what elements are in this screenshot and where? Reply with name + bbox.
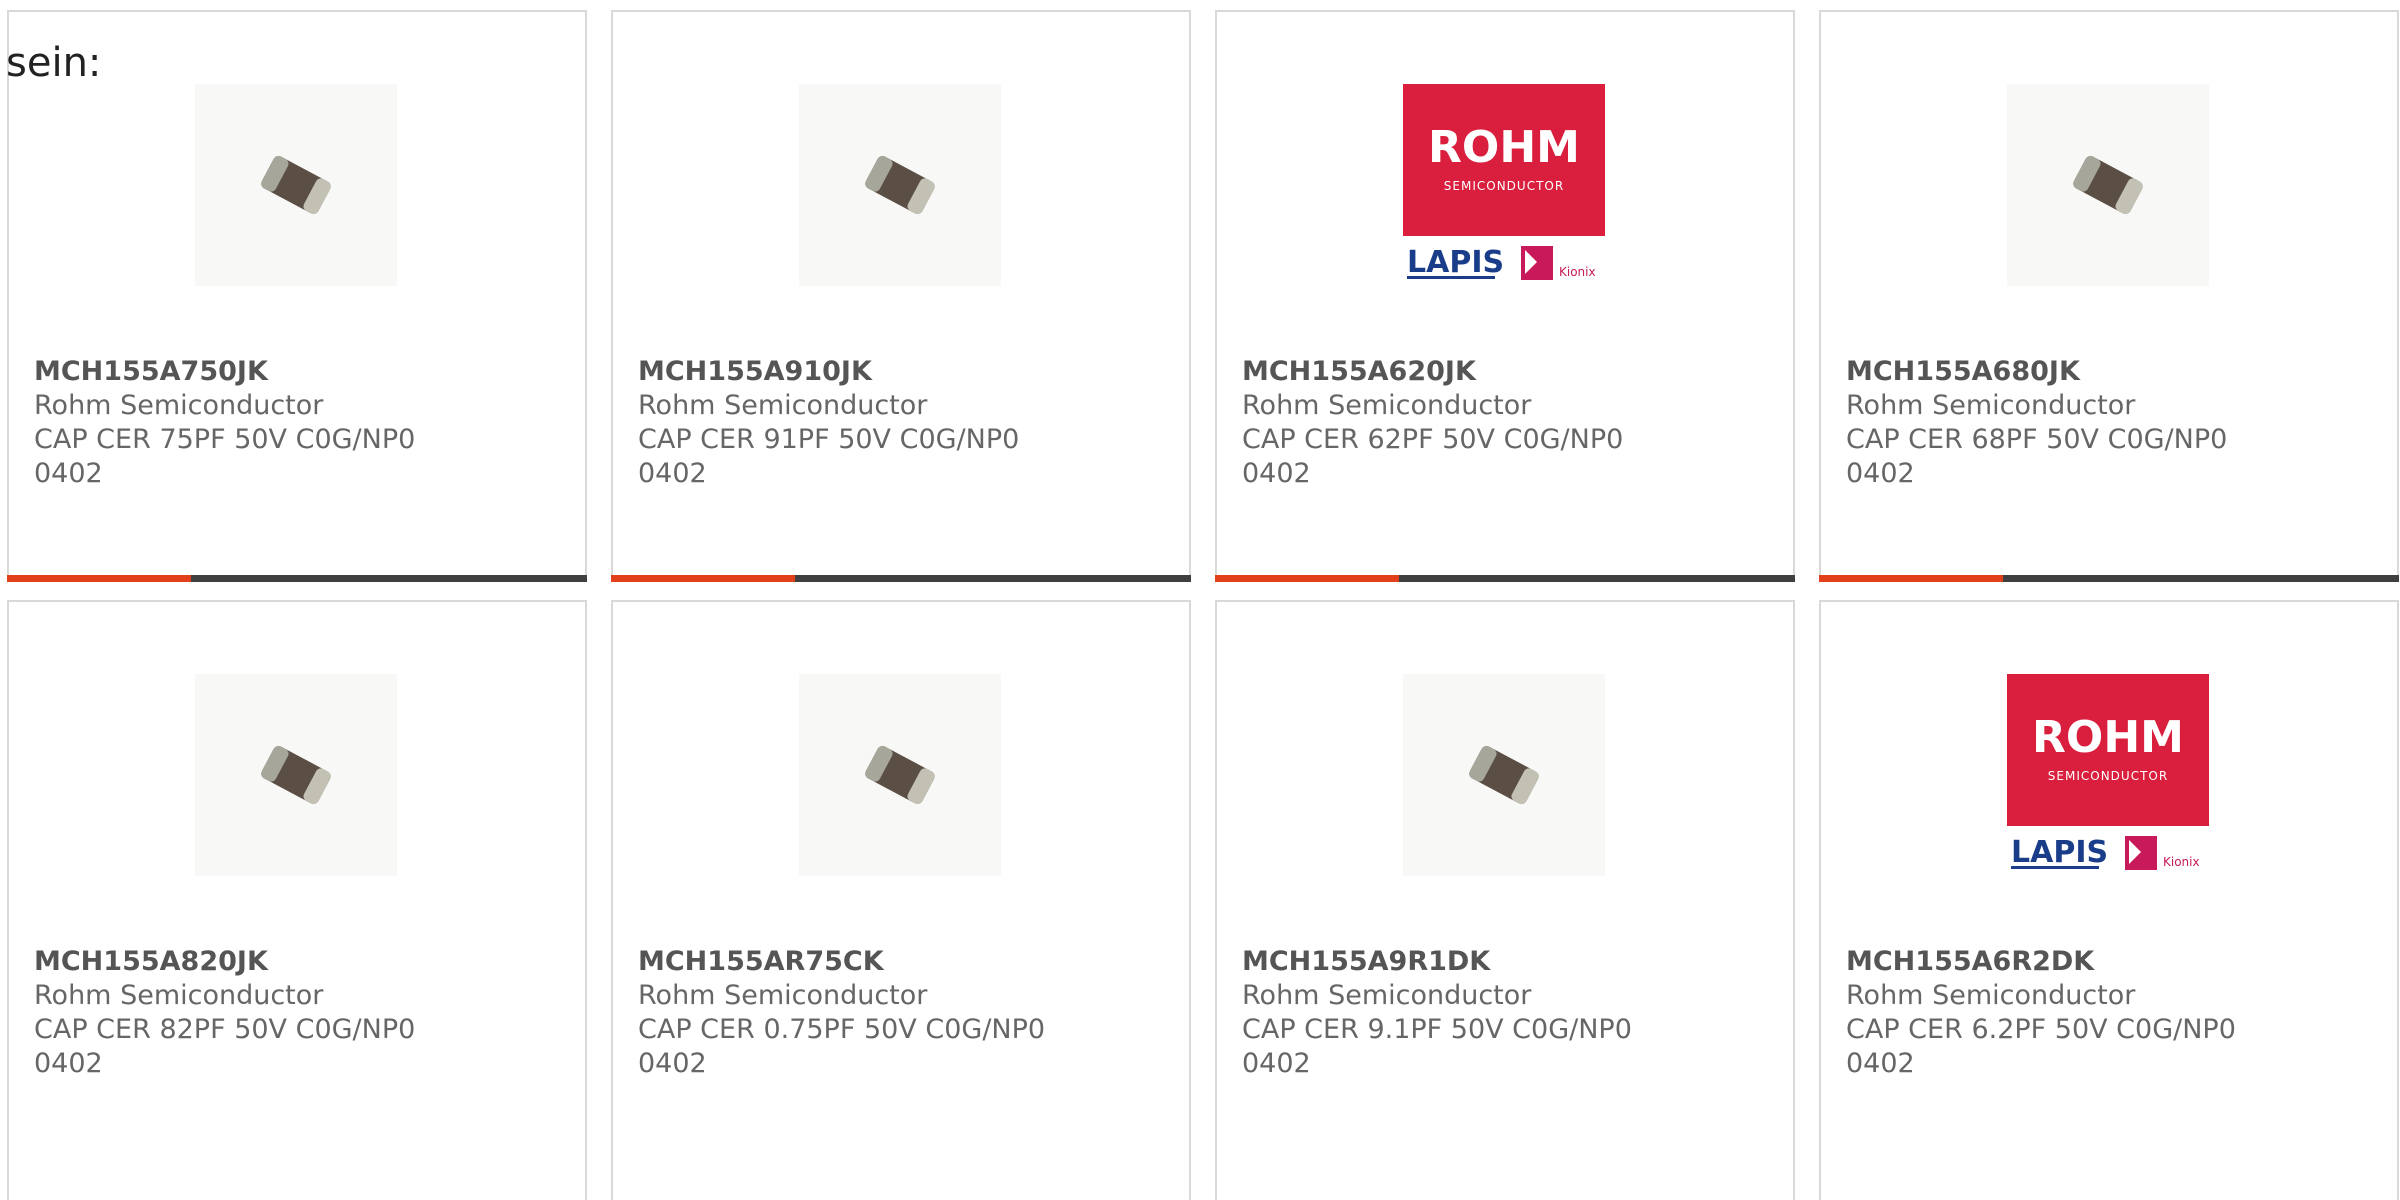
product-card[interactable]: ROHM SEMICONDUCTOR LAPIS Kionix MCH155A620J… [1215,10,1795,582]
svg-text:ROHM: ROHM [2032,712,2184,763]
rohm-logo[interactable]: ROHM SEMICONDUCTOR LAPIS Kionix [1403,84,1605,286]
manufacturer: Rohm Semiconductor [1242,980,1532,1011]
product-card[interactable]: MCH155AR75CK Rohm Semiconductor CAP CER … [611,600,1191,1200]
card-accent-stripe [611,575,795,582]
page-label: sein: [6,40,102,86]
capacitor-chip-icon[interactable] [1403,674,1605,876]
product-info: MCH155A9R1DK Rohm Semiconductor CAP CER … [1242,945,1782,1081]
product-description: CAP CER 9.1PF 50V C0G/NP0 0402 [1242,1014,1632,1079]
part-number[interactable]: MCH155AR75CK [638,945,1178,979]
svg-text:LAPIS: LAPIS [1407,245,1504,280]
product-description: CAP CER 82PF 50V C0G/NP0 0402 [34,1014,416,1079]
part-number[interactable]: MCH155A750JK [34,355,574,389]
part-number[interactable]: MCH155A9R1DK [1242,945,1782,979]
product-description: CAP CER 68PF 50V C0G/NP0 0402 [1846,424,2228,489]
part-number[interactable]: MCH155A910JK [638,355,1178,389]
product-description: CAP CER 91PF 50V C0G/NP0 0402 [638,424,1020,489]
manufacturer: Rohm Semiconductor [1846,390,2136,421]
product-info: MCH155A750JK Rohm Semiconductor CAP CER … [34,355,574,491]
product-card[interactable]: ROHM SEMICONDUCTOR LAPIS Kionix MCH155A6R2D… [1819,600,2399,1200]
product-card[interactable]: MCH155A750JK Rohm Semiconductor CAP CER … [7,10,587,582]
capacitor-chip-icon[interactable] [195,674,397,876]
product-description: CAP CER 0.75PF 50V C0G/NP0 0402 [638,1014,1046,1079]
svg-text:LAPIS: LAPIS [2011,835,2108,870]
card-accent-stripe [1819,575,2003,582]
product-info: MCH155AR75CK Rohm Semiconductor CAP CER … [638,945,1178,1081]
capacitor-chip-icon[interactable] [2007,84,2209,286]
product-info: MCH155A620JK Rohm Semiconductor CAP CER … [1242,355,1782,491]
part-number[interactable]: MCH155A620JK [1242,355,1782,389]
product-card[interactable]: MCH155A680JK Rohm Semiconductor CAP CER … [1819,10,2399,582]
part-number[interactable]: MCH155A820JK [34,945,574,979]
product-info: MCH155A6R2DK Rohm Semiconductor CAP CER … [1846,945,2386,1081]
manufacturer: Rohm Semiconductor [638,980,928,1011]
card-accent-stripe [7,575,191,582]
product-card[interactable]: MCH155A9R1DK Rohm Semiconductor CAP CER … [1215,600,1795,1200]
svg-text:ROHM: ROHM [1428,122,1580,173]
manufacturer: Rohm Semiconductor [1846,980,2136,1011]
product-description: CAP CER 6.2PF 50V C0G/NP0 0402 [1846,1014,2236,1079]
capacitor-chip-icon[interactable] [799,84,1001,286]
product-info: MCH155A910JK Rohm Semiconductor CAP CER … [638,355,1178,491]
product-card[interactable]: MCH155A820JK Rohm Semiconductor CAP CER … [7,600,587,1200]
card-bottom-bar [1819,575,2399,582]
card-bottom-bar [7,575,587,582]
product-info: MCH155A680JK Rohm Semiconductor CAP CER … [1846,355,2386,491]
svg-text:SEMICONDUCTOR: SEMICONDUCTOR [1444,179,1564,193]
manufacturer: Rohm Semiconductor [1242,390,1532,421]
card-bottom-bar [611,575,1191,582]
capacitor-chip-icon[interactable] [195,84,397,286]
product-description: CAP CER 75PF 50V C0G/NP0 0402 [34,424,416,489]
part-number[interactable]: MCH155A680JK [1846,355,2386,389]
product-card[interactable]: MCH155A910JK Rohm Semiconductor CAP CER … [611,10,1191,582]
part-number[interactable]: MCH155A6R2DK [1846,945,2386,979]
product-info: MCH155A820JK Rohm Semiconductor CAP CER … [34,945,574,1081]
svg-text:SEMICONDUCTOR: SEMICONDUCTOR [2048,769,2168,783]
manufacturer: Rohm Semiconductor [34,980,324,1011]
rohm-logo[interactable]: ROHM SEMICONDUCTOR LAPIS Kionix [2007,674,2209,876]
product-description: CAP CER 62PF 50V C0G/NP0 0402 [1242,424,1624,489]
svg-text:Kionix: Kionix [2163,855,2200,869]
product-grid: MCH155A750JK Rohm Semiconductor CAP CER … [0,0,2400,1200]
manufacturer: Rohm Semiconductor [638,390,928,421]
capacitor-chip-icon[interactable] [799,674,1001,876]
manufacturer: Rohm Semiconductor [34,390,324,421]
card-bottom-bar [1215,575,1795,582]
card-accent-stripe [1215,575,1399,582]
svg-text:Kionix: Kionix [1559,265,1596,279]
